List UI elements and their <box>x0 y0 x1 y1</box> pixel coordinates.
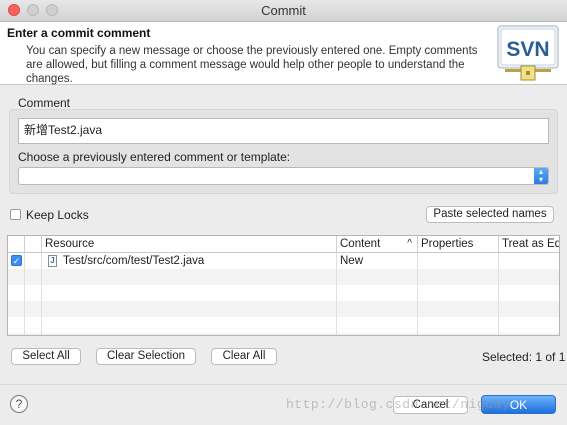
column-divider <box>498 253 499 335</box>
footer-divider <box>0 384 567 385</box>
empty-row <box>8 269 559 285</box>
comment-input[interactable]: 新增Test2.java <box>18 118 549 144</box>
comment-group-label: Comment <box>18 96 71 110</box>
title-bar: Commit <box>0 0 567 22</box>
column-header-resource[interactable]: Resource <box>42 236 337 253</box>
selection-status: Selected: 1 of 1 <box>482 350 566 364</box>
empty-row <box>8 333 559 335</box>
dialog-header: Enter a commit comment You can specify a… <box>0 22 567 85</box>
column-divider <box>24 253 25 335</box>
column-header-properties[interactable]: Properties <box>418 236 499 253</box>
svn-logo-text: SVN <box>506 38 549 61</box>
empty-row <box>8 301 559 317</box>
table-row[interactable]: ✓ J Test/src/com/test/Test2.java New <box>8 253 559 269</box>
table-header-icon[interactable] <box>25 236 42 253</box>
empty-row <box>8 317 559 333</box>
window-title: Commit <box>261 3 306 18</box>
column-divider <box>417 253 418 335</box>
row-select-checkbox[interactable]: ✓ <box>11 255 22 266</box>
select-arrows-icon[interactable]: ▴ ▾ <box>534 168 548 184</box>
java-file-icon: J <box>48 255 57 267</box>
clear-selection-button[interactable]: Clear Selection <box>96 348 196 365</box>
keep-locks-label: Keep Locks <box>26 208 89 222</box>
row-content-status: New <box>340 255 364 267</box>
template-select[interactable]: ▴ ▾ <box>18 167 549 185</box>
column-divider <box>336 253 337 335</box>
paste-selected-names-button[interactable]: Paste selected names <box>426 206 554 223</box>
empty-row <box>8 285 559 301</box>
resources-table: Resource Content ^ Properties Treat as E… <box>7 235 560 336</box>
watermark-text: http://blog.csdn.net/niguay <box>286 397 511 412</box>
column-header-content[interactable]: Content ^ <box>337 236 418 253</box>
keep-locks-checkbox[interactable] <box>10 209 21 220</box>
table-header-check[interactable] <box>8 236 25 253</box>
svn-logo-icon: SVN <box>497 25 559 81</box>
dialog-description: You can specify a new message or choose … <box>26 45 478 85</box>
select-all-button[interactable]: Select All <box>11 348 81 365</box>
clear-all-button[interactable]: Clear All <box>211 348 277 365</box>
column-divider <box>41 253 42 335</box>
choose-template-label: Choose a previously entered comment or t… <box>18 150 291 164</box>
row-resource-path: Test/src/com/test/Test2.java <box>63 255 205 267</box>
sort-ascending-icon: ^ <box>407 238 412 249</box>
column-header-treat-as-edit[interactable]: Treat as Edit <box>499 236 559 253</box>
help-icon[interactable]: ? <box>10 395 28 413</box>
dialog-title: Enter a commit comment <box>7 26 151 40</box>
